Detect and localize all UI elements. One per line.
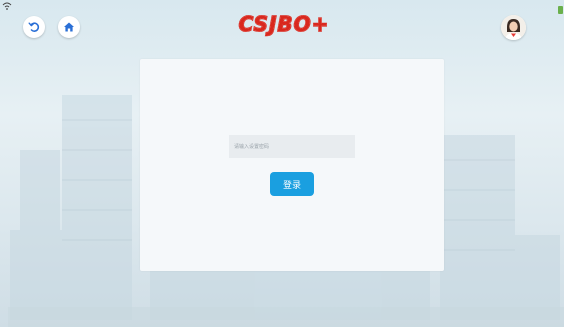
back-button[interactable] — [23, 16, 45, 38]
home-icon — [64, 22, 74, 32]
app-screen: CSJBO+ CSJBO+ 登录 — [0, 0, 564, 327]
password-input[interactable] — [229, 135, 355, 158]
user-avatar[interactable] — [501, 15, 526, 40]
top-bar: CSJBO+ CSJBO+ — [0, 0, 564, 46]
logo-text-fill: CSJBO+ — [239, 12, 330, 36]
bottom-strip — [8, 307, 564, 327]
login-card: 登录 — [140, 59, 444, 271]
home-button[interactable] — [58, 16, 80, 38]
login-button[interactable]: 登录 — [270, 172, 314, 196]
csjbot-logo: CSJBO+ CSJBO+ — [238, 11, 330, 36]
back-arrow-icon — [28, 22, 40, 32]
avatar-icon — [501, 15, 526, 40]
